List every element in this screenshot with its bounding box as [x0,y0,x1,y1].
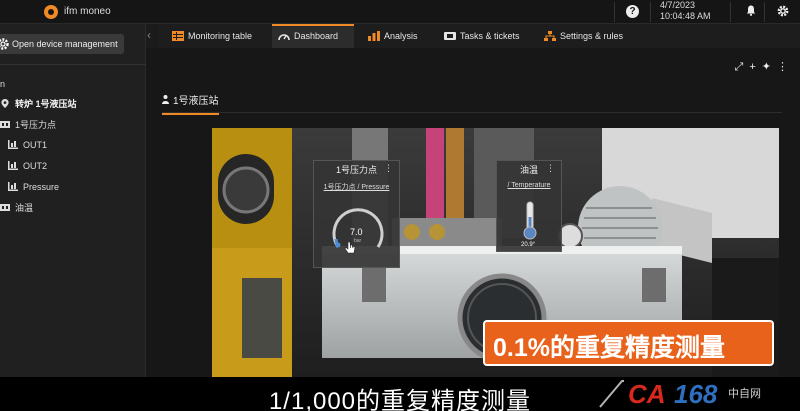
divider [614,2,615,22]
tree-item-pressure[interactable]: Pressure [8,180,59,194]
svg-text:中自网: 中自网 [728,387,761,400]
sidebar-collapse-icon[interactable]: ‹ [147,28,151,42]
location-pin-icon [1,99,9,108]
sitemap-icon [544,31,556,41]
tab-label: Settings & rules [560,31,624,41]
divider [764,2,765,22]
temperature-value: 20.9° [521,242,536,248]
tab-monitoring-table[interactable]: Monitoring table [166,24,252,48]
tree-item-root[interactable]: n [0,77,5,91]
tab-label: Analysis [384,31,418,41]
pressure-value: 7.0 [350,227,363,237]
sidebar: Open device management n 转炉 1号液压站 1号压力点 … [0,24,146,411]
widget-subtitle[interactable]: / Temperature [497,182,561,189]
tree-item-out1[interactable]: OUT1 [8,138,47,152]
widget-menu-icon[interactable]: ⋮ [546,163,555,174]
thermometer-icon [523,201,537,240]
person-icon [162,95,169,104]
pressure-widget[interactable]: 1号压力点 ⋮ 1号压力点 / Pressure 7.0 bar [313,160,400,268]
svg-text:168: 168 [674,379,718,409]
ca168-watermark-logo: CA 168 中自网 [599,379,761,409]
divider [650,2,651,22]
tab-analysis[interactable]: Analysis [362,24,418,48]
tab-dashboard[interactable]: Dashboard [272,24,354,48]
svg-text:CA: CA [628,379,666,409]
bell-icon[interactable] [746,5,756,16]
dashboard-toolbar: ⤢+✦⋮ [735,60,794,74]
page-tab-label: 1号液压站 [173,96,219,107]
table-icon [172,31,184,41]
tab-label: Dashboard [294,31,339,41]
ifm-logo-icon [44,5,58,19]
time-text: 10:04:48 AM [660,11,711,21]
date-text: 4/7/2023 [660,0,696,10]
tree-item-label: OUT1 [23,140,48,150]
precision-banner: 0.1%的重复精度测量 [483,320,774,366]
widget-menu-icon[interactable]: ⋮ [384,163,393,174]
widget-subtitle[interactable]: 1号压力点 / Pressure [314,182,399,192]
bar-chart-icon [8,182,18,191]
tree-item-label: 1号压力点 [15,120,57,130]
tree-item-oil-temp[interactable]: 油温 [0,201,33,215]
device-icon [0,121,10,128]
chart-icon [368,31,380,41]
datetime: 4/7/2023 10:04:48 AM [660,0,711,22]
expand-icon[interactable]: ⤢ [735,61,750,73]
sidebar-divider [0,64,146,65]
tree-item-label: 转炉 1号液压站 [15,99,77,109]
divider [162,112,782,113]
temperature-widget[interactable]: 油温 ⋮ / Temperature 20.9° [496,160,562,252]
tree-item-label: Pressure [23,182,60,192]
gear-icon [0,38,9,50]
tree-item-pressure-point[interactable]: 1号压力点 [0,118,56,132]
more-icon[interactable]: ⋮ [777,61,794,73]
tree-item-out2[interactable]: OUT2 [8,159,47,173]
tree-item-label: 油温 [15,203,34,213]
app-name: ifm moneo [64,6,111,17]
app-root: ifm moneo ? 4/7/2023 10:04:48 AM Open de… [0,0,800,411]
subtitle-bar: 1/1,000的重复精度测量 CA 168 中自网 [0,377,800,411]
pin-icon[interactable]: ✦ [762,61,777,73]
tickets-icon [444,32,456,40]
tab-settings-rules[interactable]: Settings & rules [538,24,623,48]
banner-text: 0.1%的重复精度测量 [493,334,725,362]
plus-icon[interactable]: + [749,61,761,73]
tree-item-label: n [0,79,6,89]
gear-icon[interactable] [776,4,790,18]
gauge-icon [278,34,290,41]
bar-chart-icon [8,161,18,170]
tab-tasks-tickets[interactable]: Tasks & tickets [438,24,520,48]
bar-chart-icon [8,140,18,149]
tab-bar: Monitoring table Dashboard Analysis Task… [158,24,800,48]
question-circle-icon[interactable]: ? [626,5,639,18]
open-device-management-label: Open device management [12,39,118,49]
divider [730,2,731,22]
tree-item-label: OUT2 [23,161,48,171]
tree-item-hydraulic-station[interactable]: 转炉 1号液压站 [0,97,77,111]
top-bar: ifm moneo ? 4/7/2023 10:04:48 AM [0,0,800,24]
tab-label: Tasks & tickets [460,31,520,41]
open-device-management-button[interactable]: Open device management [0,34,124,54]
device-icon [0,204,10,211]
tab-label: Monitoring table [188,31,253,41]
hand-cursor-icon [344,241,356,254]
